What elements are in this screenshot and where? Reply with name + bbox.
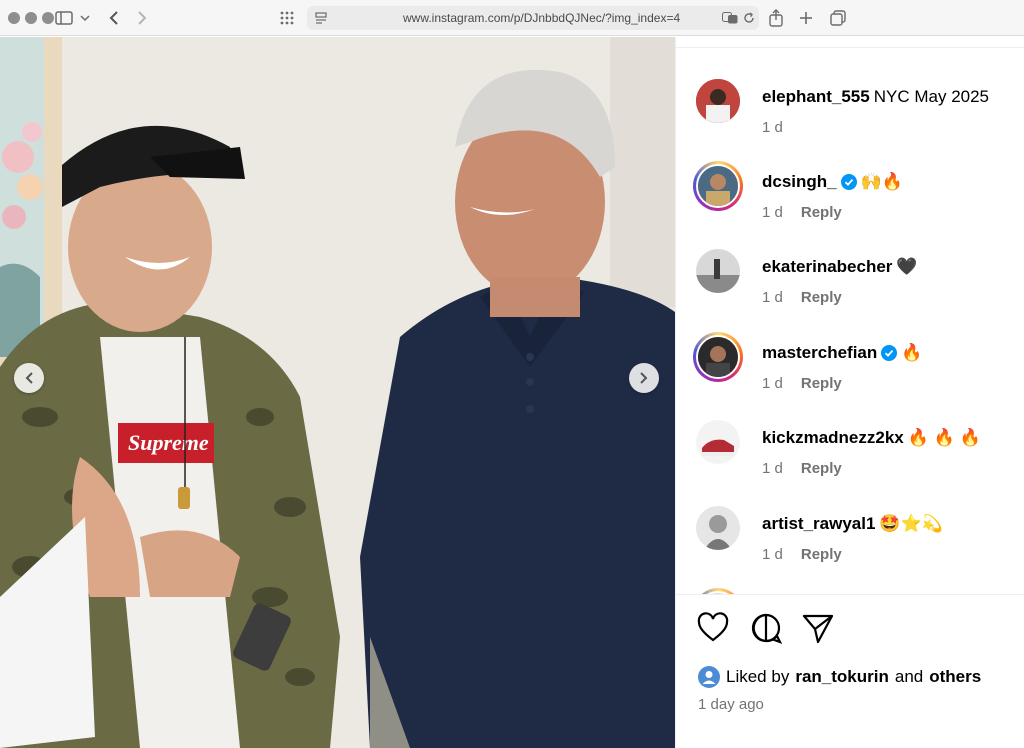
- comment-text: 🤩⭐💫: [879, 514, 943, 533]
- window-zoom-dot[interactable]: [42, 12, 54, 24]
- comment-username[interactable]: ekaterinabecher: [762, 257, 892, 277]
- share-icon[interactable]: [766, 7, 786, 29]
- verified-badge-icon: [840, 174, 857, 190]
- comment-time[interactable]: 1 d: [762, 546, 783, 563]
- comment-item: ekaterinabecher 🖤 1 d Reply: [676, 249, 1024, 329]
- likes-others-link[interactable]: others: [929, 667, 981, 687]
- avatar[interactable]: [696, 506, 740, 550]
- comment-text: 🔥 🔥 🔥: [907, 428, 981, 447]
- browser-toolbar: www.instagram.com/p/DJnbbdQJNec/?img_ind…: [0, 0, 1024, 36]
- forward-icon[interactable]: [132, 8, 152, 28]
- comment-username[interactable]: dcsingh_: [762, 172, 837, 192]
- comment-username[interactable]: kickzmadnezz2kx: [762, 428, 904, 448]
- likes-prefix: Liked by: [726, 667, 790, 686]
- comment-item: artist_rawyal1 🤩⭐💫 1 d Reply: [676, 506, 1024, 586]
- back-icon[interactable]: [104, 8, 124, 28]
- comment-text: 🖤: [896, 257, 918, 276]
- likes-joiner: and: [894, 667, 924, 686]
- comment-item: kickzmadnezz2kx 🔥 🔥 🔥 1 d Reply: [676, 420, 1024, 500]
- comment-text: 🔥: [901, 343, 923, 362]
- comment-username[interactable]: artist_rawyal1: [762, 514, 875, 534]
- reload-icon[interactable]: [741, 10, 757, 26]
- tabs-overview-icon[interactable]: [828, 8, 848, 28]
- comment-item: masterchefian 🔥 1 d Reply: [676, 332, 1024, 415]
- avatar[interactable]: [696, 79, 740, 123]
- likes-summary: Liked by ran_tokurin and others: [698, 666, 981, 688]
- tab-overview-grid-icon[interactable]: [278, 9, 296, 27]
- like-heart-icon[interactable]: [696, 611, 730, 645]
- svg-text:Supreme: Supreme: [128, 430, 209, 455]
- comment-username[interactable]: elephant_555: [762, 87, 870, 107]
- new-tab-icon[interactable]: [796, 8, 816, 28]
- avatar[interactable]: [696, 249, 740, 293]
- comment-bubble-icon[interactable]: [749, 611, 783, 645]
- photo-prev-button[interactable]: [14, 363, 44, 393]
- liker-username[interactable]: ran_tokurin: [795, 667, 889, 687]
- post-side-panel: elephant_555 NYC May 2025 1 d dcsingh_ 🙌…: [675, 37, 1024, 748]
- chevron-down-icon[interactable]: [78, 10, 92, 26]
- translate-icon[interactable]: [721, 10, 739, 26]
- liker-avatar-icon[interactable]: [698, 666, 720, 688]
- comment-item: dcsingh_ 🙌🔥 1 d Reply: [676, 161, 1024, 244]
- reply-button[interactable]: Reply: [801, 546, 842, 563]
- page-menu-icon[interactable]: [313, 10, 329, 26]
- avatar[interactable]: [693, 332, 743, 382]
- url-text: www.instagram.com/p/DJnbbdQJNec/?img_ind…: [403, 11, 681, 25]
- window-minimize-dot[interactable]: [25, 12, 37, 24]
- reply-button[interactable]: Reply: [801, 289, 842, 306]
- post-time[interactable]: 1 day ago: [698, 696, 764, 713]
- sidebar-icon[interactable]: [54, 9, 74, 27]
- post-actions: Liked by ran_tokurin and others 1 day ag…: [676, 594, 1024, 748]
- comment-item: elephant_555 NYC May 2025 1 d: [676, 79, 1024, 159]
- avatar[interactable]: [693, 161, 743, 211]
- comment-text: 🙌🔥: [860, 172, 903, 191]
- comment-text: NYC May 2025: [873, 87, 990, 106]
- comments-list[interactable]: elephant_555 NYC May 2025 1 d dcsingh_ 🙌…: [676, 47, 1024, 594]
- reply-button[interactable]: Reply: [801, 375, 842, 392]
- reply-button[interactable]: Reply: [801, 204, 842, 221]
- comment-username[interactable]: masterchefian: [762, 343, 877, 363]
- comment-time[interactable]: 1 d: [762, 289, 783, 306]
- window-close-dot[interactable]: [8, 12, 20, 24]
- comment-time[interactable]: 1 d: [762, 119, 783, 136]
- verified-badge-icon: [881, 345, 898, 361]
- post-photo: Supreme: [0, 37, 675, 748]
- photo-illustration: Supreme: [0, 37, 675, 748]
- comment-time[interactable]: 1 d: [762, 375, 783, 392]
- photo-next-button[interactable]: [629, 363, 659, 393]
- reply-button[interactable]: Reply: [801, 460, 842, 477]
- comment-time[interactable]: 1 d: [762, 460, 783, 477]
- share-send-icon[interactable]: [801, 611, 835, 645]
- address-bar[interactable]: www.instagram.com/p/DJnbbdQJNec/?img_ind…: [307, 6, 759, 30]
- comment-time[interactable]: 1 d: [762, 204, 783, 221]
- avatar[interactable]: [696, 420, 740, 464]
